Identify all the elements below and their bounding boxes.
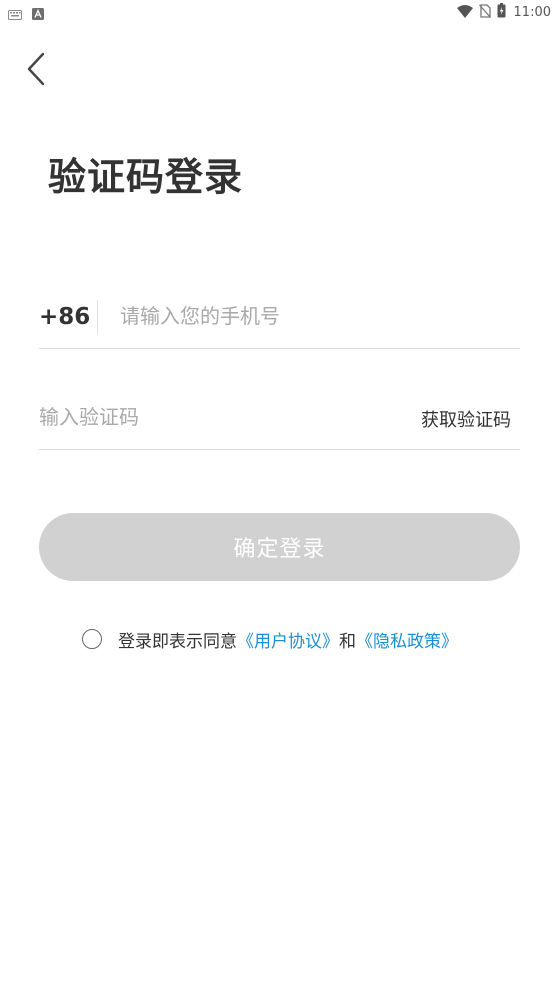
back-button[interactable]	[18, 52, 54, 90]
login-button[interactable]: 确定登录	[39, 513, 520, 581]
status-left	[8, 5, 44, 24]
agreement-conjunction: 和	[339, 631, 356, 652]
phone-input[interactable]	[120, 301, 500, 331]
user-agreement-link[interactable]: 《用户协议》	[237, 632, 339, 652]
battery-icon	[497, 3, 506, 22]
get-code-button[interactable]: 获取验证码	[421, 406, 511, 432]
keyboard-icon	[8, 5, 22, 24]
code-field-row: 获取验证码	[39, 390, 520, 450]
verification-code-input[interactable]	[39, 402, 369, 432]
country-code[interactable]: +86	[39, 304, 90, 330]
status-bar: 11:00	[0, 0, 559, 24]
phone-field-row: +86	[39, 290, 520, 349]
agreement-row: 登录即表示同意《用户协议》和《隐私政策》	[82, 627, 458, 652]
agreement-checkbox[interactable]	[82, 629, 102, 649]
a-app-icon	[32, 5, 44, 24]
agreement-prefix: 登录即表示同意	[118, 631, 237, 652]
agreement-text: 登录即表示同意《用户协议》和《隐私政策》	[118, 627, 458, 652]
status-time: 11:00	[513, 5, 551, 20]
no-sim-icon	[478, 3, 491, 22]
status-right: 11:00	[456, 3, 551, 22]
wifi-icon	[456, 3, 473, 22]
divider	[97, 300, 98, 334]
page-title: 验证码登录	[48, 155, 244, 199]
chevron-left-icon	[26, 52, 46, 90]
privacy-policy-link[interactable]: 《隐私政策》	[356, 632, 458, 652]
